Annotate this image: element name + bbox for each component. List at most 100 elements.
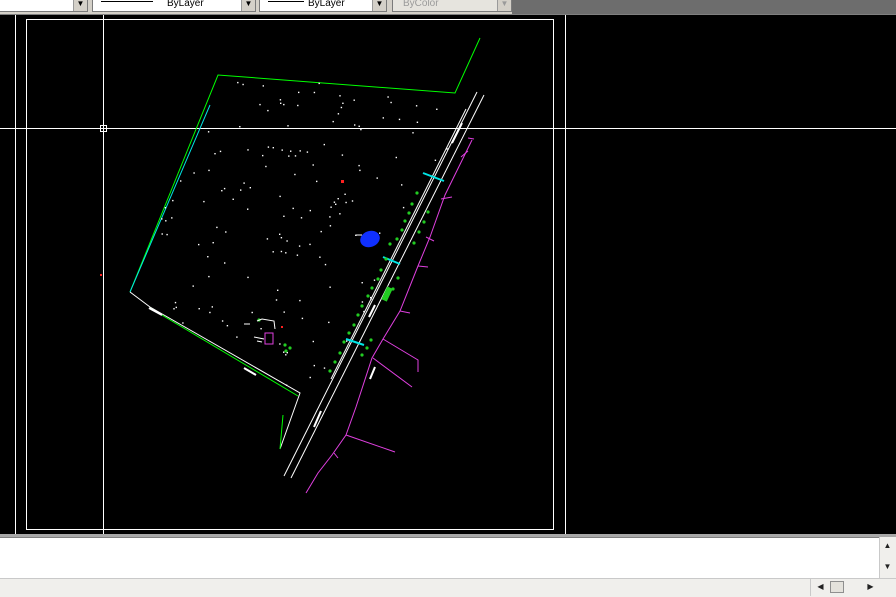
survey-point — [267, 109, 269, 112]
scroll-left-icon[interactable]: ◀ — [813, 580, 828, 594]
survey-point — [283, 215, 285, 217]
survey-point — [265, 165, 267, 168]
survey-point — [239, 126, 241, 128]
survey-point — [323, 143, 325, 146]
survey-point — [288, 155, 290, 157]
survey-point — [173, 308, 175, 310]
dropdown-arrow-icon[interactable]: ▼ — [241, 0, 255, 11]
survey-point — [283, 351, 285, 353]
site-boundary-green[interactable] — [129, 37, 481, 293]
linetype-combo[interactable]: ByLayer ▼ — [92, 0, 256, 12]
survey-point — [175, 306, 177, 309]
lineweight-value: ByLayer — [308, 0, 345, 9]
survey-point — [309, 376, 311, 379]
road[interactable] — [283, 91, 485, 479]
survey-point — [237, 81, 239, 84]
survey-point — [286, 352, 288, 354]
scroll-right-icon[interactable]: ▶ — [863, 580, 878, 594]
survey-point — [332, 120, 334, 123]
lineweight-swatch — [268, 1, 304, 2]
status-strip — [0, 578, 896, 597]
survey-point — [313, 364, 315, 367]
survey-point — [281, 149, 283, 151]
site-boundary-cyan[interactable] — [129, 104, 211, 293]
survey-point — [337, 113, 340, 115]
road-labels — [148, 122, 463, 428]
survey-point — [416, 121, 419, 123]
survey-point — [319, 256, 321, 258]
survey-point — [180, 180, 182, 182]
dropdown-arrow-icon[interactable]: ▼ — [372, 0, 386, 11]
cad-canvas[interactable] — [0, 15, 896, 534]
survey-point — [219, 150, 222, 153]
viewport-frames — [15, 15, 566, 534]
survey-point — [208, 169, 210, 172]
survey-point — [395, 156, 397, 159]
command-line-window[interactable] — [0, 537, 879, 578]
site-boundary-south[interactable] — [129, 291, 301, 450]
horizontal-scrollbar[interactable]: ◀ ▶ — [810, 579, 881, 596]
survey-point — [398, 118, 401, 121]
dropdown-arrow-icon[interactable]: ▼ — [73, 0, 87, 11]
command-line-scrollbar[interactable]: ▲ ▼ — [879, 537, 896, 578]
dropdown-arrow-icon: ▼ — [497, 0, 511, 11]
survey-point — [192, 285, 194, 287]
survey-point — [323, 367, 326, 369]
survey-point — [337, 198, 339, 200]
survey-point — [361, 301, 364, 303]
survey-point — [161, 233, 163, 235]
survey-point — [279, 343, 281, 345]
survey-point — [312, 340, 314, 343]
drawing-area[interactable] — [0, 15, 896, 534]
survey-point — [370, 296, 372, 299]
survey-point — [283, 103, 285, 106]
survey-point — [193, 172, 195, 174]
survey-point — [342, 102, 344, 104]
survey-point — [272, 251, 274, 253]
scroll-up-icon[interactable]: ▲ — [880, 539, 895, 553]
survey-point — [370, 298, 372, 300]
scroll-thumb[interactable] — [830, 581, 844, 593]
survey-point — [161, 218, 163, 220]
survey-point — [209, 311, 211, 314]
buildings[interactable] — [244, 318, 276, 345]
survey-point — [309, 209, 311, 212]
survey-point — [344, 193, 346, 195]
survey-point — [324, 263, 327, 266]
survey-point — [298, 245, 301, 247]
survey-point — [390, 101, 392, 104]
survey-point — [279, 195, 281, 198]
survey-point — [285, 252, 287, 254]
survey-point — [251, 311, 253, 314]
lineweight-combo[interactable]: ByLayer ▼ — [259, 0, 387, 12]
property-line-magenta[interactable] — [305, 139, 473, 494]
survey-point — [415, 105, 418, 107]
survey-point — [358, 164, 360, 167]
survey-point — [221, 320, 224, 322]
survey-point — [434, 159, 437, 161]
survey-point — [329, 216, 331, 218]
survey-point — [329, 225, 332, 227]
survey-point — [358, 125, 360, 127]
survey-point — [328, 321, 330, 324]
survey-point — [280, 102, 282, 104]
survey-point — [298, 91, 300, 94]
survey-point — [247, 276, 249, 279]
survey-point — [280, 250, 283, 253]
linetype-value: ByLayer — [167, 0, 204, 9]
survey-point — [320, 230, 322, 233]
plot-style-combo: ByColor ▼ — [392, 0, 512, 12]
survey-point — [306, 151, 309, 153]
survey-point — [283, 311, 285, 313]
color-combo[interactable]: ▼ — [0, 0, 88, 12]
survey-point — [266, 238, 269, 240]
survey-point — [232, 198, 234, 200]
survey-point — [272, 147, 274, 149]
scroll-down-icon[interactable]: ▼ — [880, 560, 895, 574]
survey-point — [260, 328, 262, 330]
survey-point — [316, 180, 318, 183]
survey-point — [299, 150, 301, 152]
red-markers — [100, 180, 344, 328]
pond[interactable] — [358, 228, 382, 250]
survey-point — [301, 317, 304, 320]
